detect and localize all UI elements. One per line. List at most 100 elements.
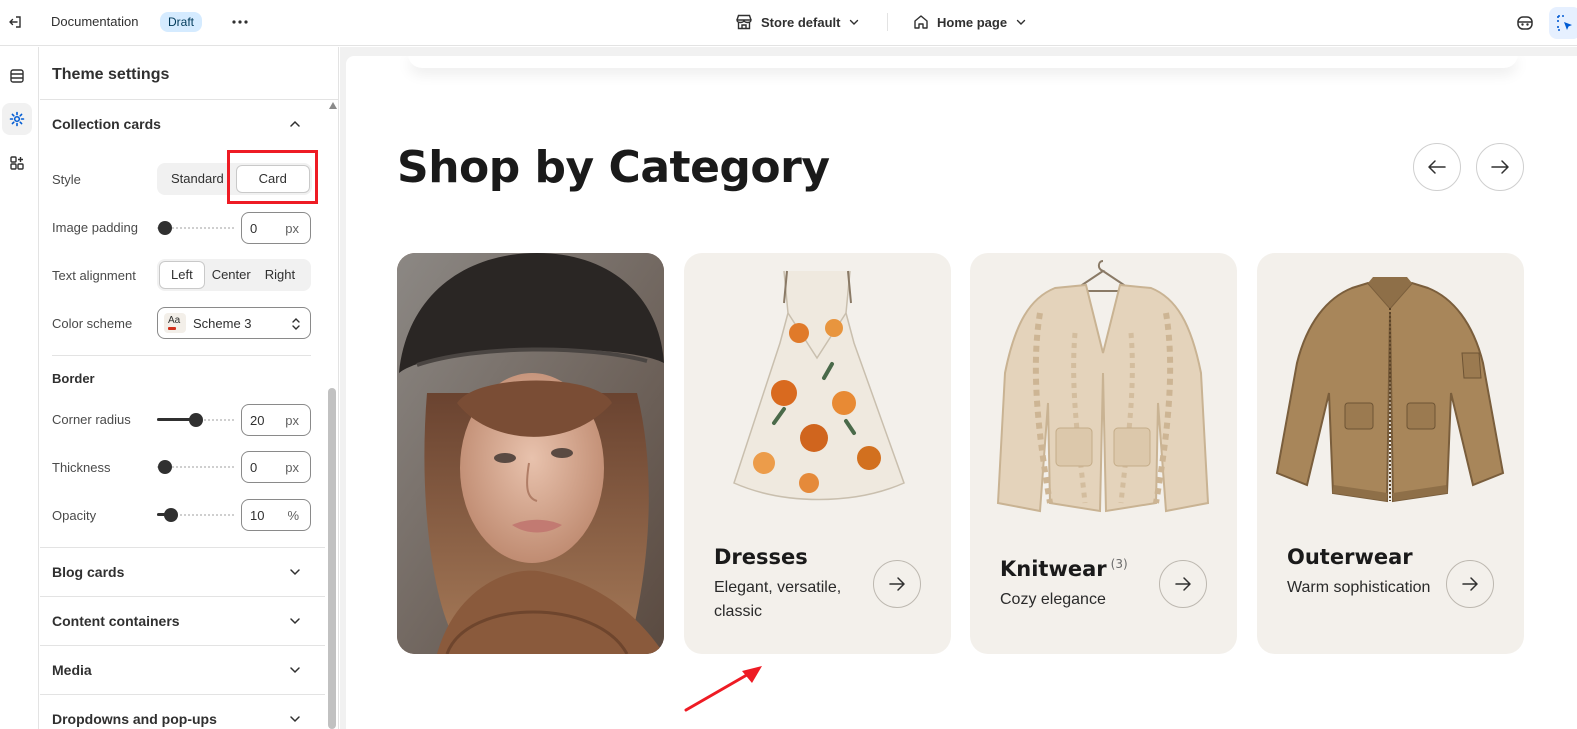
more-options-icon[interactable] [229, 11, 251, 33]
panel-title: Theme settings [52, 66, 170, 83]
unit: px [285, 221, 299, 236]
scroll-up-arrow-icon[interactable] [329, 102, 337, 109]
slider-handle[interactable] [164, 508, 178, 522]
chevron-down-icon [850, 19, 859, 25]
value: 0 [250, 460, 258, 475]
corner-radius-input[interactable]: 20 px [241, 404, 311, 436]
panel-header: Theme settings [40, 47, 338, 100]
collection-card-dresses[interactable]: Dresses Elegant, versatile, classic [684, 253, 951, 654]
page-label: Home page [937, 14, 1008, 30]
collection-arrow-button[interactable] [1446, 560, 1494, 608]
opacity-label: Opacity [52, 508, 97, 523]
slider-handle[interactable] [189, 413, 203, 427]
theme-settings-gear-icon[interactable] [2, 103, 32, 135]
collection-name: Outerwear [1287, 545, 1413, 569]
thickness-input[interactable]: 0 px [241, 451, 311, 483]
style-option-standard[interactable]: Standard [159, 165, 236, 193]
home-icon [914, 15, 928, 29]
arrow-right-icon [889, 577, 905, 591]
chevron-down-icon [290, 667, 300, 674]
color-swatch: Aa [164, 313, 186, 333]
collection-arrow-button[interactable] [1159, 560, 1207, 608]
collection-description: Cozy elegance [1000, 591, 1106, 608]
carousel-next-button[interactable] [1476, 143, 1524, 191]
image-padding-slider[interactable] [157, 220, 234, 236]
annotation-highlight-box [227, 150, 318, 204]
corner-radius-label: Corner radius [52, 412, 131, 427]
arrow-right-icon [1491, 160, 1509, 174]
model-photo-card[interactable] [397, 253, 664, 654]
exit-icon[interactable] [4, 11, 26, 33]
style-label: Style [52, 172, 81, 187]
chevron-up-icon [290, 120, 300, 127]
slider-handle[interactable] [158, 460, 172, 474]
section-media[interactable]: Media [40, 646, 325, 694]
color-scheme-select[interactable]: Aa Scheme 3 [157, 307, 311, 339]
scrollbar-thumb[interactable] [328, 388, 336, 729]
scrollbar[interactable] [326, 100, 338, 729]
opacity-slider[interactable] [157, 507, 234, 523]
section-blog-cards[interactable]: Blog cards [40, 548, 325, 596]
collection-name: Dresses [714, 545, 808, 569]
thickness-slider[interactable] [157, 459, 234, 475]
collection-description: Elegant, versatile, classic [714, 579, 842, 620]
section-title: Collection cards [52, 116, 161, 132]
chevron-down-icon [290, 569, 300, 576]
image-padding-input[interactable]: 0 px [241, 212, 311, 244]
sections-icon[interactable] [2, 60, 32, 92]
inspector-icon[interactable] [1513, 11, 1537, 35]
select-element-icon[interactable] [1549, 7, 1577, 39]
knit-cardigan-image [996, 260, 1210, 513]
status-badge: Draft [160, 12, 203, 32]
thickness-label: Thickness [52, 460, 111, 475]
select-value: Scheme 3 [193, 316, 252, 331]
page-selector[interactable]: Home page [913, 11, 1027, 33]
section-title: Content containers [52, 613, 180, 629]
divider [887, 13, 888, 31]
section-dropdowns-and-popups[interactable]: Dropdowns and pop-ups [40, 695, 325, 729]
select-arrows-icon [292, 318, 300, 330]
section-title: Dropdowns and pop-ups [52, 711, 217, 727]
value: 0 [250, 221, 258, 236]
image-padding-label: Image padding [52, 220, 139, 235]
section-content-containers[interactable]: Content containers [40, 597, 325, 645]
section-collection-cards[interactable]: Collection cards [40, 100, 325, 148]
opacity-input[interactable]: 10 % [241, 499, 311, 531]
section-title: Media [52, 662, 92, 678]
section-heading: Shop by Category [397, 142, 830, 193]
chevron-down-icon [1016, 19, 1026, 25]
collection-count: (3) [1110, 557, 1128, 571]
slider-handle[interactable] [158, 221, 172, 235]
bomber-jacket-image [1275, 277, 1505, 503]
collection-name: Knitwear (3) [1000, 557, 1128, 581]
unit: % [287, 508, 299, 523]
align-left-option[interactable]: Left [159, 261, 205, 289]
model-portrait-image [397, 253, 664, 654]
arrow-right-icon [1462, 577, 1478, 591]
unit: px [285, 413, 299, 428]
left-rail [0, 47, 39, 729]
collection-name-text: Knitwear [1000, 557, 1107, 581]
store-selector[interactable]: Store default [735, 11, 860, 33]
dress-image [733, 270, 905, 501]
align-center-option[interactable]: Center [205, 261, 258, 289]
store-icon [736, 14, 752, 30]
chevron-down-icon [290, 618, 300, 625]
corner-radius-slider[interactable] [157, 412, 234, 428]
header-shadow [408, 56, 1518, 68]
annotation-arrow-icon [684, 666, 762, 712]
swatch-text: Aa [168, 315, 181, 326]
arrow-right-icon [1175, 577, 1191, 591]
carousel-prev-button[interactable] [1413, 143, 1461, 191]
store-label: Store default [761, 14, 841, 30]
collection-card-outerwear[interactable]: Outerwear Warm sophistication [1257, 253, 1524, 654]
unit: px [285, 460, 299, 475]
section-title: Blog cards [52, 564, 125, 580]
align-right-option[interactable]: Right [258, 261, 302, 289]
collection-arrow-button[interactable] [873, 560, 921, 608]
collection-card-knitwear[interactable]: Knitwear (3) Cozy elegance [970, 253, 1237, 654]
collection-description: Warm sophistication [1287, 579, 1431, 596]
value: 10 [250, 508, 265, 523]
apps-icon[interactable] [2, 147, 32, 179]
value: 20 [250, 413, 265, 428]
